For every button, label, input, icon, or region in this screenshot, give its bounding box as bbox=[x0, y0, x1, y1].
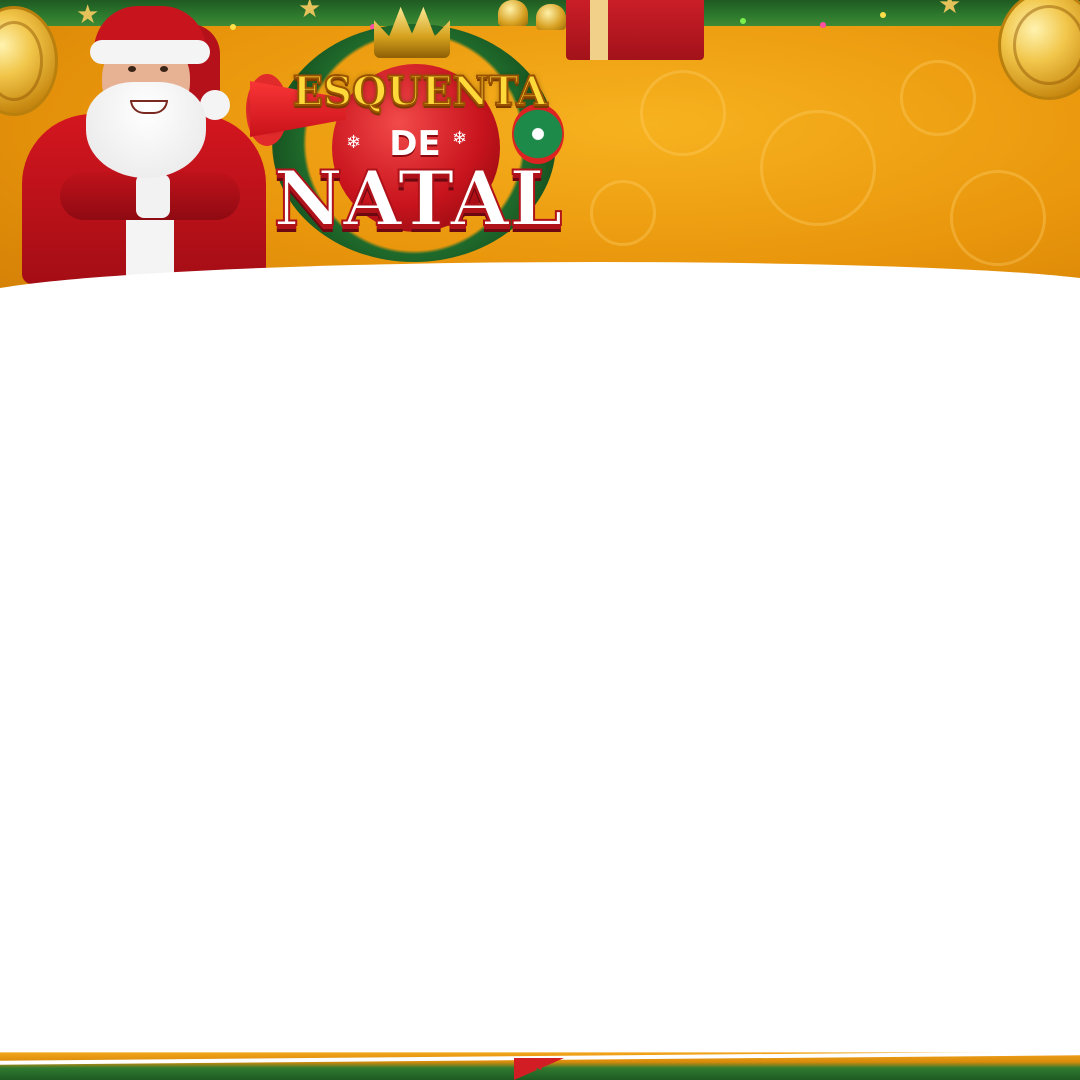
star-icon: ★ bbox=[938, 0, 962, 20]
background-swirl bbox=[900, 60, 976, 136]
esquenta-de-natal-logo: ❄ ❄ ESQUENTA DE NATAL bbox=[246, 4, 580, 266]
background-swirl bbox=[590, 180, 656, 246]
gold-coin bbox=[998, 0, 1080, 100]
background-swirl bbox=[950, 170, 1046, 266]
gift-box bbox=[566, 0, 704, 60]
background-swirl bbox=[640, 70, 726, 156]
santa-claus bbox=[20, 4, 270, 284]
string-light bbox=[820, 22, 826, 28]
string-light bbox=[880, 12, 886, 18]
logo-word-natal: NATAL bbox=[272, 153, 563, 244]
white-wave-divider bbox=[0, 262, 1080, 462]
logo-word-esquenta: ESQUENTA bbox=[292, 67, 549, 116]
background-swirl bbox=[760, 110, 876, 226]
string-light bbox=[740, 18, 746, 24]
